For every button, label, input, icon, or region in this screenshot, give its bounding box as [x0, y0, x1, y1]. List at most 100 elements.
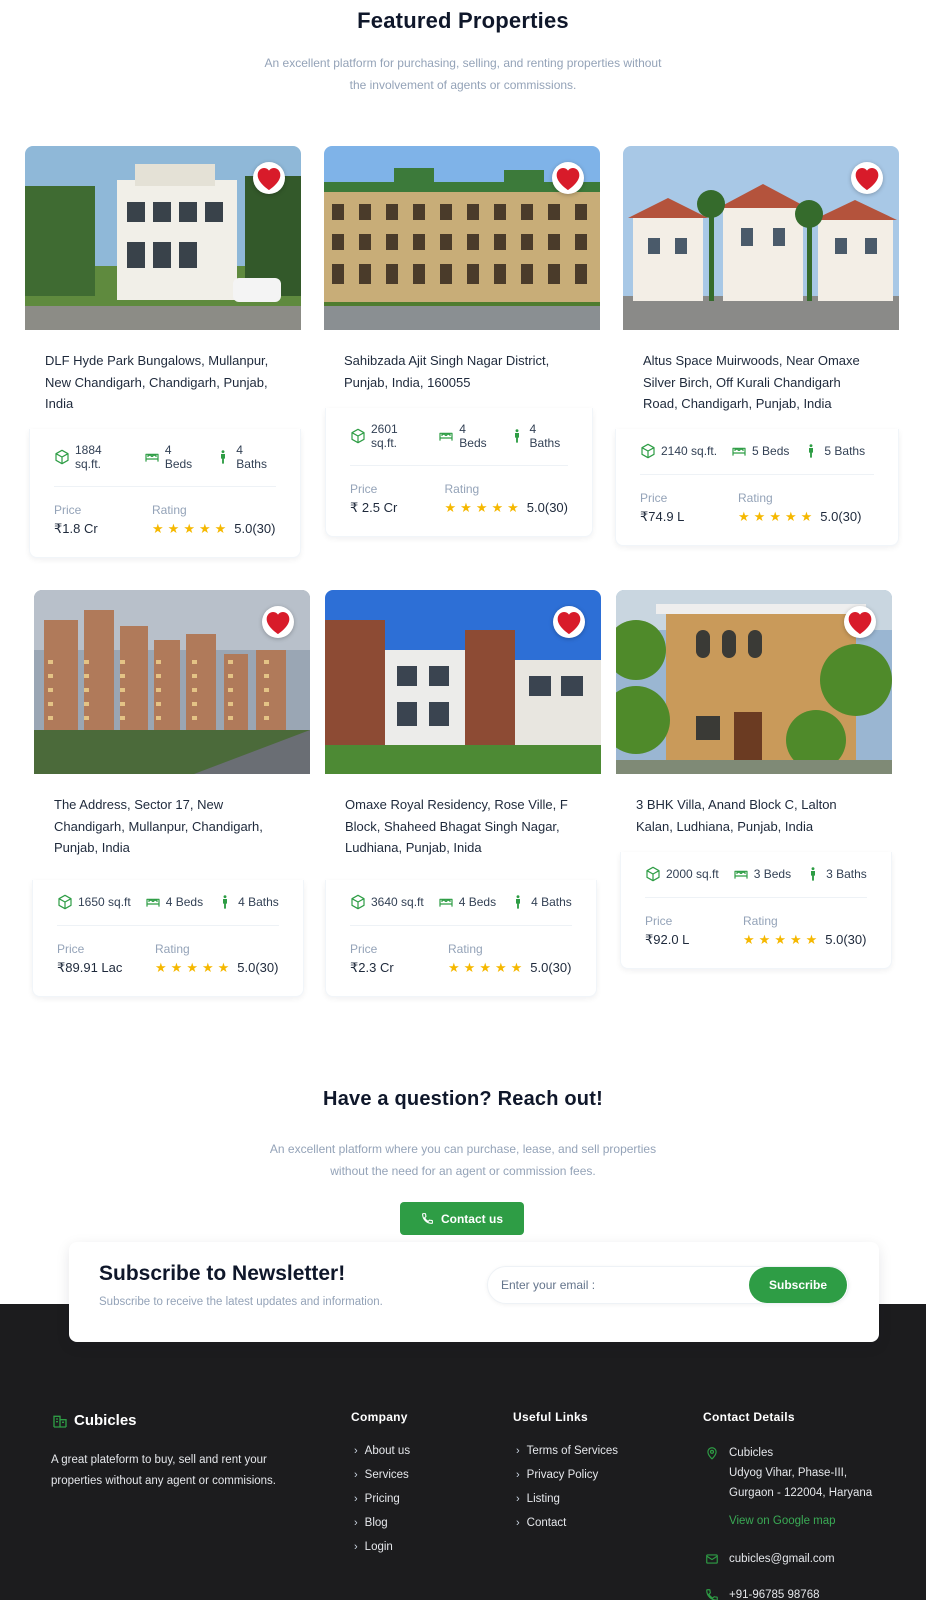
property-address[interactable]: DLF Hyde Park Bungalows, Mullanpur, New …	[25, 330, 301, 429]
featured-title: Featured Properties	[357, 8, 569, 33]
useful-link[interactable]: › Privacy Policy	[516, 1463, 618, 1487]
star-icon: ★	[479, 960, 491, 975]
star-icon: ★	[507, 500, 519, 515]
property-card[interactable]: DLF Hyde Park Bungalows, Mullanpur, New …	[25, 146, 301, 558]
property-address[interactable]: Sahibzada Ajit Singh Nagar District, Pun…	[324, 330, 600, 408]
baths-value: 5 Baths	[824, 444, 866, 458]
property-features: 2601 sq.ft. 4 Beds 4 Baths	[350, 408, 568, 466]
property-address[interactable]: Altus Space Muirwoods, Near Omaxe Silver…	[623, 330, 899, 429]
chevron-right-icon: ›	[354, 1517, 358, 1529]
property-details: 3640 sq.ft 4 Beds 4 Baths Price ₹2.3 Cr …	[325, 880, 597, 997]
company-link[interactable]: › Login	[354, 1535, 410, 1559]
property-photo[interactable]	[324, 146, 600, 330]
star-icon: ★	[217, 960, 230, 975]
cube-icon	[640, 443, 656, 459]
contact-us-button[interactable]: Contact us	[400, 1202, 524, 1235]
property-features: 1884 sq.ft. 4 Beds 4 Baths	[54, 429, 276, 487]
contact-address: Cubicles Udyog Vihar, Phase-III, Gurgaon…	[705, 1443, 872, 1531]
property-photo[interactable]	[25, 146, 301, 330]
star-icon: ★	[198, 521, 211, 536]
star-icon: ★	[475, 500, 488, 515]
rating-stars: ★ ★ ★ ★ ★ 5.0(30)	[743, 932, 866, 947]
company-link[interactable]: › Pricing	[354, 1487, 410, 1511]
star-icon: ★	[463, 960, 476, 975]
contact-subtitle-line1: An excellent platform where you can purc…	[269, 1142, 657, 1156]
area-feature: 3640 sq.ft	[350, 894, 424, 910]
property-photo[interactable]	[623, 146, 899, 330]
subscribe-button[interactable]: Subscribe	[749, 1267, 847, 1303]
useful-links-heading: Useful Links	[513, 1410, 588, 1424]
star-icon: ★	[214, 521, 227, 536]
chevron-right-icon: ›	[516, 1517, 520, 1529]
footer-brand[interactable]: Cubicles	[52, 1412, 137, 1429]
contact-email[interactable]: cubicles@gmail.com	[705, 1549, 835, 1569]
property-photo[interactable]	[325, 590, 601, 774]
bed-icon	[144, 449, 160, 465]
favorite-button[interactable]	[552, 162, 584, 194]
property-address[interactable]: 3 BHK Villa, Anand Block C, Lalton Kalan…	[616, 774, 892, 852]
beds-feature: 4 Beds	[144, 443, 201, 471]
company-link[interactable]: › About us	[354, 1439, 410, 1463]
useful-link[interactable]: › Terms of Services	[516, 1439, 618, 1463]
contact-address-line2: Gurgaon - 122004, Haryana	[729, 1487, 873, 1499]
beds-feature: 3 Beds	[733, 866, 791, 882]
heart-icon	[552, 162, 584, 194]
property-address[interactable]: The Address, Sector 17, New Chandigarh, …	[34, 774, 310, 880]
property-card[interactable]: The Address, Sector 17, New Chandigarh, …	[32, 590, 310, 997]
price-value: ₹ 2.5 Cr	[350, 500, 398, 515]
bed-icon	[733, 866, 749, 882]
property-card[interactable]: 3 BHK Villa, Anand Block C, Lalton Kalan…	[616, 590, 892, 969]
beds-feature: 4 Beds	[438, 894, 496, 910]
favorite-button[interactable]	[253, 162, 285, 194]
property-details: 2601 sq.ft. 4 Beds 4 Baths Price ₹ 2.5 C…	[325, 408, 593, 537]
contact-phone[interactable]: +91-96785 98768	[705, 1585, 820, 1600]
star-icon: ★	[510, 960, 523, 975]
area-feature: 1884 sq.ft.	[54, 443, 130, 471]
heart-icon	[844, 606, 876, 638]
favorite-button[interactable]	[851, 162, 883, 194]
useful-link[interactable]: › Listing	[516, 1487, 618, 1511]
rating-value: 5.0(30)	[820, 509, 862, 524]
company-link[interactable]: › Services	[354, 1463, 410, 1487]
baths-value: 3 Baths	[826, 867, 867, 881]
company-link[interactable]: › Blog	[354, 1511, 410, 1535]
contact-address-line1: Udyog Vihar, Phase-III,	[729, 1467, 848, 1479]
contact-title: Have a question? Reach out!	[323, 1088, 603, 1110]
rating-value: 5.0(30)	[237, 960, 279, 975]
featured-subtitle: An excellent platform for purchasing, se…	[0, 52, 926, 96]
price-label: Price	[54, 503, 82, 517]
beds-feature: 4 Beds	[145, 894, 203, 910]
favorite-button[interactable]	[262, 606, 294, 638]
property-meta: Price ₹74.9 L Rating ★ ★ ★ ★ ★ 5.0(30)	[640, 475, 874, 525]
favorite-button[interactable]	[553, 606, 585, 638]
property-address[interactable]: Omaxe Royal Residency, Rose Ville, F Blo…	[325, 774, 601, 880]
property-card[interactable]: Altus Space Muirwoods, Near Omaxe Silver…	[615, 146, 899, 546]
useful-link-label: Listing	[526, 1493, 560, 1505]
bath-person-icon	[805, 866, 821, 882]
area-value: 3640 sq.ft	[371, 895, 424, 909]
beds-value: 4 Beds	[164, 443, 193, 471]
google-map-link[interactable]: View on Google map	[729, 1511, 872, 1531]
star-icon: ★	[753, 509, 766, 524]
property-card[interactable]: Sahibzada Ajit Singh Nagar District, Pun…	[324, 146, 600, 537]
useful-link[interactable]: › Contact	[516, 1511, 618, 1535]
newsletter-title: Subscribe to Newsletter!	[99, 1262, 346, 1285]
star-icon: ★	[152, 521, 164, 536]
property-meta: Price ₹89.91 Lac Rating ★ ★ ★ ★ ★ 5.0(30)	[57, 926, 279, 976]
rating-stars: ★ ★ ★ ★ ★ 5.0(30)	[738, 509, 861, 524]
beds-feature: 5 Beds	[731, 443, 789, 459]
bath-person-icon	[509, 428, 525, 444]
property-card[interactable]: Omaxe Royal Residency, Rose Ville, F Blo…	[325, 590, 601, 997]
useful-link-label: Privacy Policy	[526, 1469, 599, 1481]
property-photo[interactable]	[34, 590, 310, 774]
favorite-button[interactable]	[844, 606, 876, 638]
heart-icon	[553, 606, 585, 638]
price-value: ₹89.91 Lac	[57, 960, 123, 975]
location-pin-icon	[707, 1447, 717, 1460]
property-photo[interactable]	[616, 590, 892, 774]
price-label: Price	[57, 942, 85, 956]
star-icon: ★	[444, 500, 457, 515]
price-label: Price	[350, 942, 378, 956]
beds-feature: 4 Beds	[438, 422, 494, 450]
price-value: ₹2.3 Cr	[350, 960, 394, 975]
